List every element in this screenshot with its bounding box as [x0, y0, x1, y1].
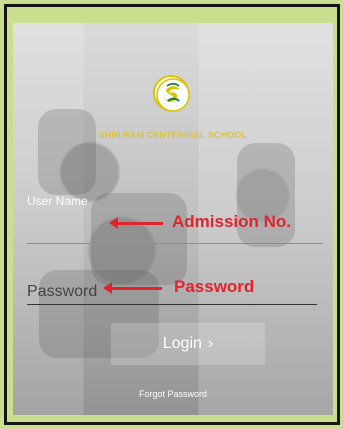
forgot-password-link[interactable]: Forgot Password: [126, 389, 220, 399]
chevron-right-icon: ›: [207, 335, 214, 352]
username-label: User Name: [27, 194, 88, 208]
password-input[interactable]: [27, 280, 317, 305]
school-logo: [153, 75, 190, 112]
school-name: SHRI RAM CENTENNIAL SCHOOL: [98, 130, 248, 140]
login-button[interactable]: Login ›: [111, 323, 265, 365]
admission-arrow: [109, 217, 163, 229]
login-label: Login: [162, 335, 202, 352]
login-screen: SHRI RAM CENTENNIAL SCHOOL User Name Adm…: [13, 23, 333, 415]
password-arrow: [103, 282, 162, 294]
admission-annotation: Admission No.: [172, 212, 292, 231]
screenshot-frame: SHRI RAM CENTENNIAL SCHOOL User Name Adm…: [4, 4, 340, 425]
password-annotation: Password: [174, 277, 255, 296]
background-student-left: [38, 109, 96, 195]
